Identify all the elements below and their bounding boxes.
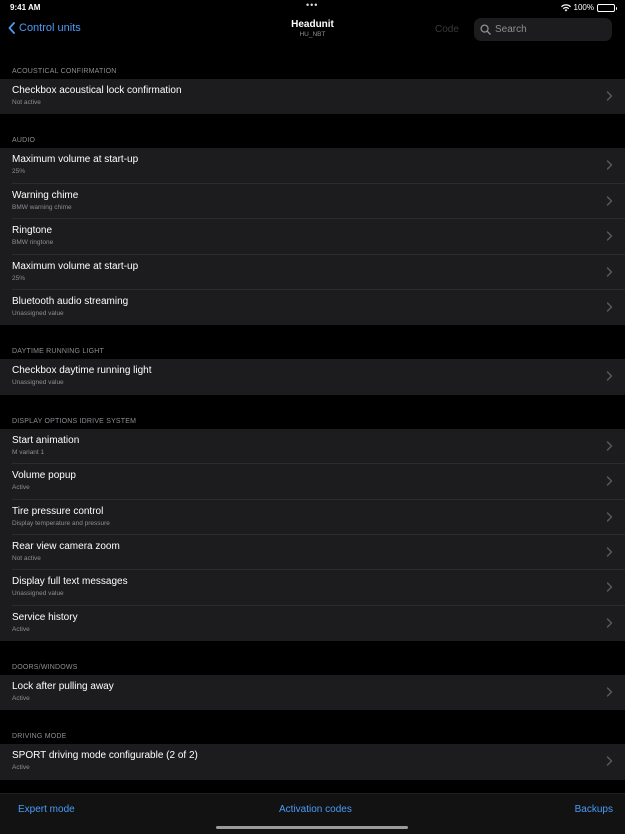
chevron-right-icon [606,196,613,206]
setting-value: Active [12,695,30,703]
setting-row[interactable]: Warning chime BMW warning chime [0,183,625,220]
backups-button[interactable]: Backups [575,804,613,815]
battery-icon [597,3,617,12]
setting-row[interactable]: Volume popup Active [0,464,625,500]
setting-title: Maximum volume at start-up [12,260,139,272]
setting-title: SPORT driving mode configurable (2 of 2) [12,750,198,762]
setting-title: Service history [12,611,78,623]
section-header: ACOUSTICAL CONFIRMATION [12,68,117,75]
chevron-right-icon [606,302,613,312]
setting-row[interactable]: Service history Active [0,605,625,642]
home-indicator[interactable] [216,826,408,829]
setting-row[interactable]: Start animation M variant 1 [0,428,625,465]
setting-value: Not active [12,99,41,106]
back-button-label: Control units [19,22,81,34]
setting-title: Start animation [12,434,80,446]
section-header: DOORS/WINDOWS [12,664,78,672]
battery-percentage: 100% [573,3,594,12]
section-header: AUDIO [12,137,36,145]
setting-value: Unassigned value [12,309,64,317]
setting-title: Ringtone [12,225,53,237]
chevron-right-icon [606,617,613,628]
setting-title: Tire pressure control [12,505,104,517]
multitasking-dots-icon[interactable]: ••• [306,0,318,10]
setting-value: Active [12,484,30,492]
setting-title: Maximum volume at start-up [12,154,139,166]
chevron-right-icon [606,371,613,382]
setting-value: M variant 1 [12,448,45,456]
chevron-right-icon [606,511,613,522]
setting-row[interactable]: Checkbox daytime running light Unassigned… [0,359,625,395]
chevron-right-icon [606,441,613,451]
code-button[interactable]: Code [435,24,459,35]
back-button[interactable]: Control units [8,22,81,34]
chevron-right-icon [606,756,613,767]
setting-title: Warning chime [12,189,79,201]
chevron-right-icon [606,582,613,592]
setting-title: Rear view camera zoom [12,540,120,552]
setting-value: Active [12,764,30,772]
status-time: 9:41 AM [10,3,41,12]
setting-row[interactable]: Maximum volume at start-up 25% [0,148,625,184]
setting-value: Display temperature and pressure [12,519,110,527]
search-field[interactable] [474,18,612,41]
setting-row[interactable]: Maximum volume at start-up 25% [0,254,625,290]
setting-row[interactable]: Rear view camera zoom Not active [0,534,625,571]
chevron-right-icon [606,231,613,241]
settings-list[interactable]: ACOUSTICAL CONFIRMATION Checkbox acoustic… [0,52,625,792]
chevron-right-icon [606,266,613,277]
setting-row[interactable]: Display full text messages Unassigned val… [0,570,625,606]
setting-value: 25% [12,168,26,176]
setting-value: Unassigned value [12,379,64,387]
setting-value: Unassigned value [12,590,64,598]
setting-value: Active [12,625,30,633]
setting-title: Lock after pulling away [12,681,114,693]
chevron-right-icon [606,687,613,697]
section-header: DISPLAY OPTIONS IDRIVE SYSTEM [12,417,137,425]
setting-title: Volume popup [12,470,76,482]
chevron-right-icon [606,547,613,557]
search-input[interactable] [495,24,605,35]
setting-row[interactable]: Checkbox acoustical lock confirmation Not… [0,79,625,115]
setting-row[interactable]: Ringtone BMW ringtone [0,219,625,255]
search-icon [480,24,491,35]
status-indicators: 100% [560,3,617,12]
expert-mode-button[interactable]: Expert mode [18,804,75,815]
setting-row[interactable]: Tire pressure control Display temperature… [0,499,625,535]
setting-row[interactable]: SPORT driving mode configurable (2 of 2)… [0,744,625,780]
setting-title: Bluetooth audio streaming [12,295,129,307]
chevron-left-icon [8,22,15,34]
navigation-bar: Control units Headunit HU_NBT Code [0,14,625,52]
chevron-right-icon [606,91,613,101]
status-bar: 9:41 AM ••• 100% [0,0,625,14]
setting-value: BMW warning chime [12,203,72,211]
bottom-toolbar: Expert mode Activation codes Backups [0,793,625,834]
chevron-right-icon [606,476,613,486]
setting-row[interactable]: Lock after pulling away Active [0,675,625,711]
setting-title: Checkbox daytime running light [12,365,152,377]
wifi-icon [560,3,571,11]
setting-row[interactable]: Bluetooth audio streaming Unassigned valu… [0,289,625,326]
setting-value: BMW ringtone [12,239,54,247]
section-header: DAYTIME RUNNING LIGHT [12,348,104,356]
activation-codes-button[interactable]: Activation codes [279,804,352,815]
setting-title: Display full text messages [12,576,128,588]
setting-title: Checkbox acoustical lock confirmation [12,85,182,96]
section-header: DRIVING MODE [12,733,67,741]
setting-value: 25% [12,274,26,282]
setting-value: Not active [12,554,41,562]
chevron-right-icon [606,160,613,171]
